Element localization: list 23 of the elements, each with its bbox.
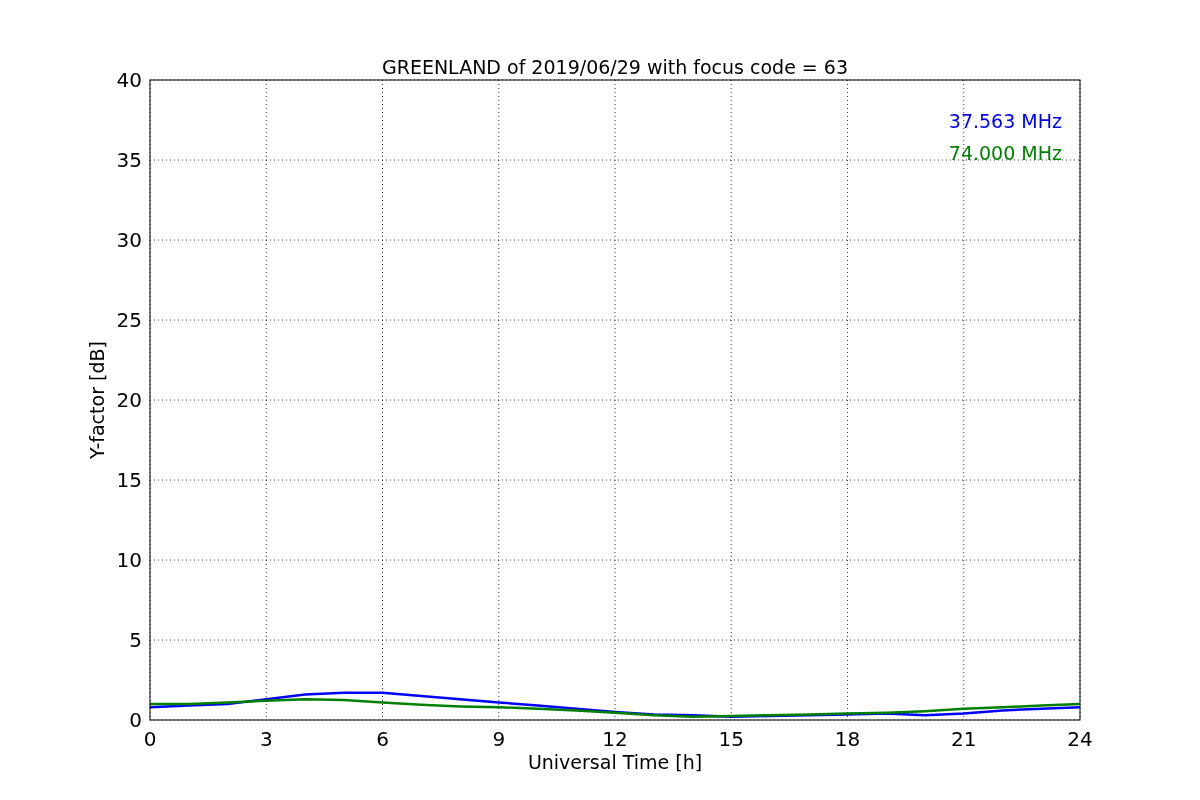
chart-title: GREENLAND of 2019/06/29 with focus code = 63: [382, 56, 848, 78]
x-axis-label: Universal Time [h]: [527, 751, 703, 773]
x-tick-label: 12: [602, 727, 628, 751]
y-tick-label: 40: [116, 68, 142, 92]
x-tick-label: 6: [376, 727, 389, 751]
x-tick-label: 15: [718, 727, 744, 751]
legend-label: 74.000 MHz: [948, 142, 1062, 164]
y-tick-label: 15: [116, 468, 142, 492]
x-tick-label: 0: [143, 727, 157, 751]
y-tick-label: 0: [129, 708, 142, 732]
y-tick-label: 35: [116, 148, 142, 172]
y-tick-label: 30: [116, 228, 142, 252]
y-axis-label: Y-factor [dB]: [86, 341, 108, 459]
y-tick-label: 25: [116, 308, 142, 332]
y-tick-label: 10: [116, 548, 142, 572]
y-tick-label: 5: [129, 628, 142, 652]
x-tick-label: 24: [1067, 727, 1093, 751]
legend-label: 37.563 MHz: [948, 110, 1062, 132]
x-tick-label: 3: [259, 727, 273, 751]
x-tick-label: 21: [951, 727, 977, 751]
y-tick-label: 20: [116, 388, 142, 412]
x-tick-label: 9: [492, 727, 506, 751]
x-tick-label: 18: [834, 727, 861, 751]
